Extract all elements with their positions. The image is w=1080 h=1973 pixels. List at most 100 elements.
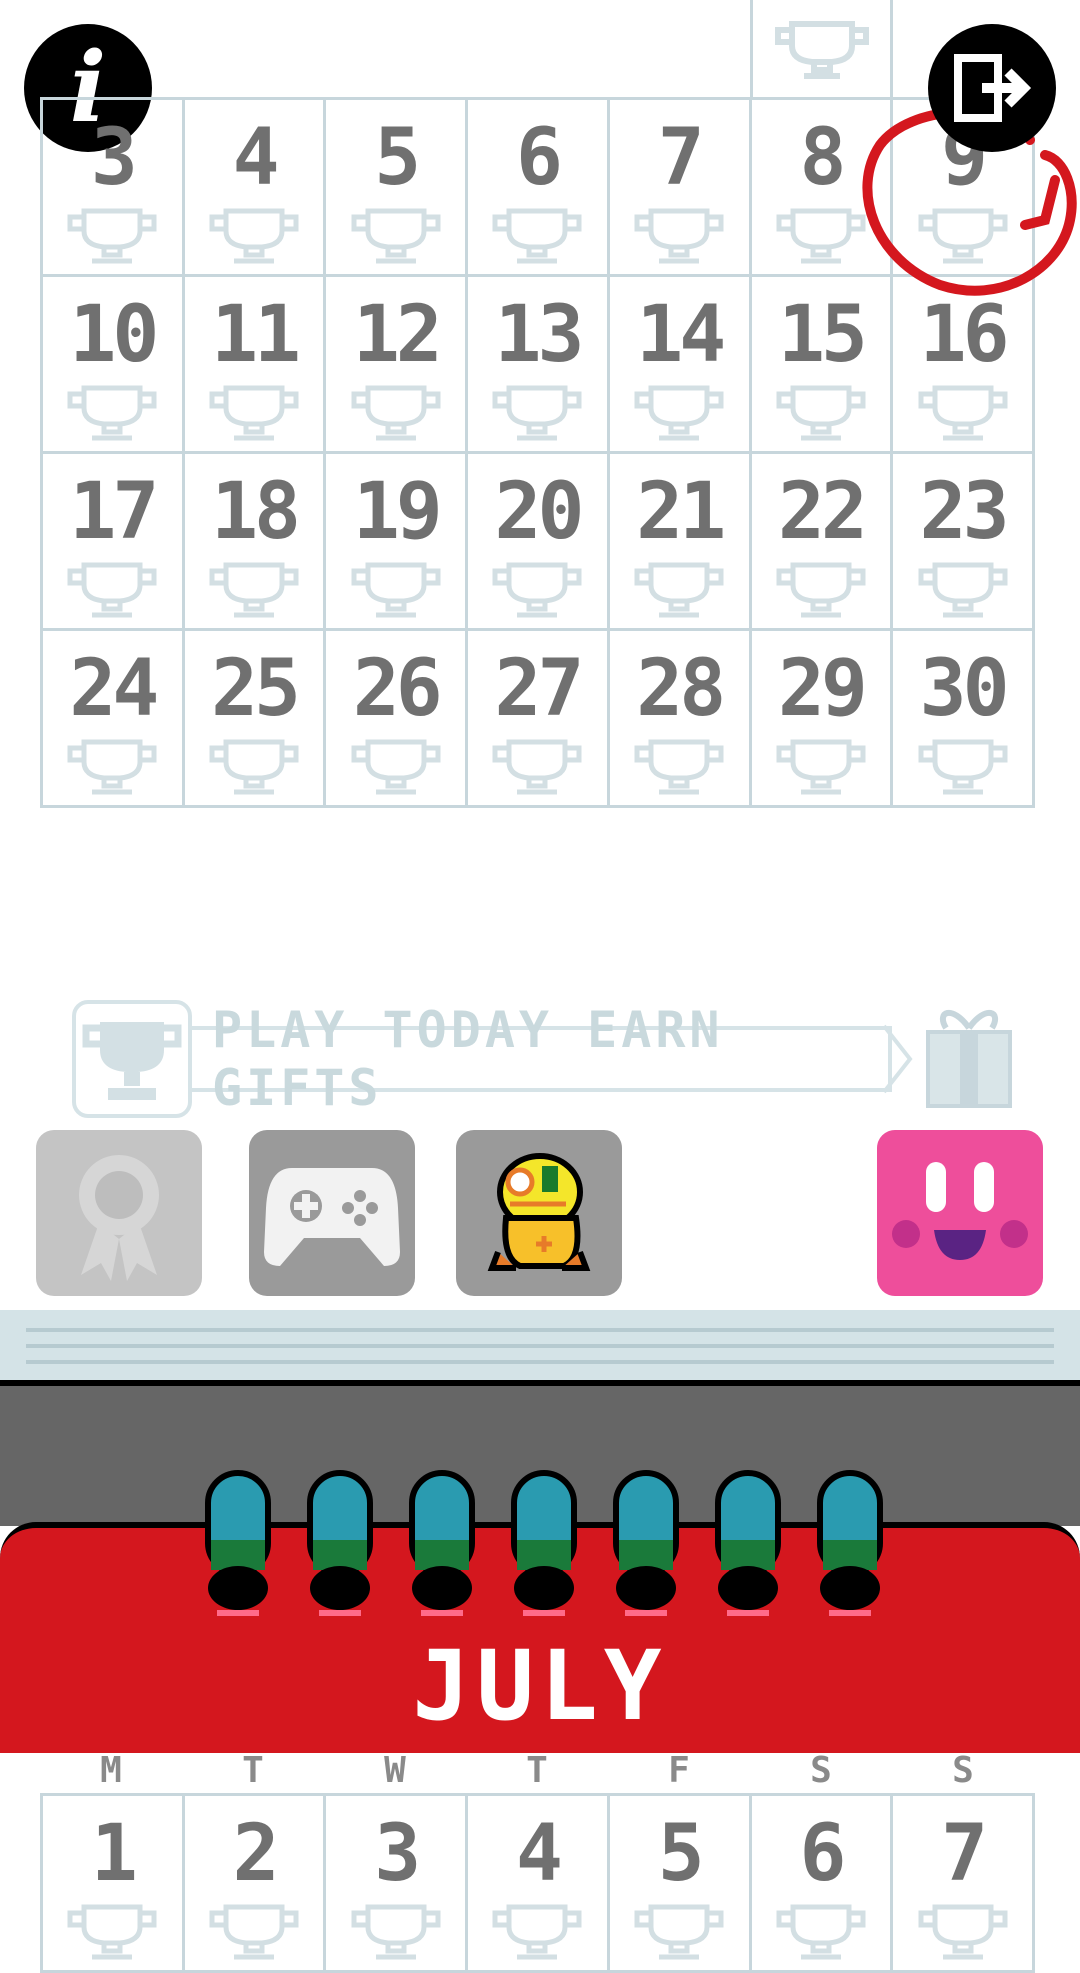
day-cell[interactable]: 15 [751, 277, 894, 454]
weekday-label: F [668, 1750, 690, 1791]
day-number: 13 [494, 290, 585, 380]
trophy-icon [209, 208, 299, 264]
day-number: 4 [232, 113, 280, 203]
day-cell[interactable]: 21 [609, 454, 752, 631]
day-number: 14 [636, 290, 726, 380]
day-cell[interactable]: 6 [468, 100, 610, 277]
day-number: 5 [374, 113, 421, 203]
day-cell[interactable]: 13 [468, 277, 610, 454]
trophy-icon [492, 562, 582, 618]
day-number: 2 [232, 1809, 280, 1899]
day-cell[interactable]: 22 [751, 454, 894, 631]
day-number: 4 [516, 1809, 563, 1899]
day-number: 30 [919, 644, 1010, 734]
day-number: 10 [69, 290, 159, 380]
day-cell[interactable]: 5 [609, 1796, 752, 1973]
day-cell[interactable]: 11 [184, 277, 327, 454]
pink-friend-button[interactable] [877, 1130, 1043, 1296]
exit-icon [954, 54, 1032, 122]
trophy-icon [209, 1904, 299, 1960]
day-number: 16 [919, 290, 1010, 380]
trophy-icon [351, 385, 441, 441]
day-number: 5 [657, 1809, 705, 1899]
grid-line [750, 0, 753, 100]
trophy-icon [351, 1904, 441, 1960]
day-cell[interactable]: 2 [184, 1796, 327, 1973]
day-cell[interactable]: 5 [326, 100, 469, 277]
day-cell[interactable]: 4 [184, 100, 327, 277]
day-cell[interactable]: 30 [893, 631, 1035, 808]
day-cell[interactable]: 25 [184, 631, 327, 808]
trophy-icon [918, 562, 1008, 618]
day-cell[interactable]: 26 [326, 631, 469, 808]
trophy-icon [634, 385, 724, 441]
day-cell[interactable]: 4 [468, 1796, 610, 1973]
weekday-label: T [526, 1750, 548, 1791]
day-number: 1 [90, 1809, 138, 1899]
weekday-label: S [810, 1750, 832, 1791]
trophy-icon [67, 562, 157, 618]
day-number: 26 [352, 644, 443, 734]
pink-square-face-icon [892, 1162, 1028, 1260]
day-number: 22 [777, 467, 868, 557]
day-cell[interactable]: 27 [468, 631, 610, 808]
trophy-icon [351, 739, 441, 795]
day-number: 11 [211, 290, 301, 380]
banner-arrow [884, 1024, 913, 1094]
trophy-icon [492, 739, 582, 795]
day-number: 21 [636, 467, 726, 557]
day-number: 3 [90, 113, 138, 203]
gamepad-icon [264, 1168, 400, 1266]
day-number: 6 [516, 113, 563, 203]
day-cell[interactable]: 23 [893, 454, 1035, 631]
day-number: 17 [69, 467, 159, 557]
day-cell[interactable]: 6 [751, 1796, 894, 1973]
trophy-icon [634, 1904, 724, 1960]
character-button[interactable] [456, 1130, 622, 1296]
trophy-icon [492, 1904, 582, 1960]
trophy-icon [67, 385, 157, 441]
day-cell[interactable]: 3 [326, 1796, 469, 1973]
day-cell[interactable]: 10 [43, 277, 185, 454]
day-cell[interactable]: 28 [609, 631, 752, 808]
game-services-button[interactable] [249, 1130, 415, 1296]
day-cell[interactable]: 7 [893, 1796, 1035, 1973]
day-cell[interactable]: 14 [609, 277, 752, 454]
trophy-icon [634, 562, 724, 618]
trophy-icon [918, 1904, 1008, 1960]
binder-ring [307, 1470, 373, 1616]
day-cell[interactable]: 1 [43, 1796, 185, 1973]
grid-line [890, 0, 893, 100]
banner-trophy-frame [72, 1000, 192, 1118]
binder-ring [205, 1470, 271, 1616]
trophy-icon [351, 208, 441, 264]
day-cell[interactable]: 18 [184, 454, 327, 631]
day-cell[interactable]: 3 [43, 100, 185, 277]
trophy-icon [67, 208, 157, 264]
trophy-icon [776, 739, 866, 795]
achievements-button[interactable] [36, 1130, 202, 1296]
trophy-icon [82, 1022, 182, 1100]
day-cell[interactable]: 19 [326, 454, 469, 631]
weekday-label: S [952, 1750, 974, 1791]
day-cell[interactable]: 12 [326, 277, 469, 454]
day-cell[interactable]: 7 [609, 100, 752, 277]
day-cell[interactable]: 16 [893, 277, 1035, 454]
page-edge [0, 1310, 1080, 1386]
trophy-icon [492, 385, 582, 441]
exit-button[interactable] [928, 24, 1056, 152]
day-number: 19 [352, 467, 443, 557]
day-number: 23 [919, 467, 1010, 557]
day-number: 6 [799, 1809, 846, 1899]
trophy-icon [775, 21, 869, 79]
gift-icon[interactable] [922, 998, 1016, 1110]
day-number: 24 [69, 644, 159, 734]
binder-ring [613, 1470, 679, 1616]
trophy-icon [918, 739, 1008, 795]
day-cell[interactable]: 24 [43, 631, 185, 808]
day-number: 15 [777, 290, 868, 380]
day-cell[interactable]: 17 [43, 454, 185, 631]
day-cell[interactable]: 29 [751, 631, 894, 808]
trophy-icon [776, 562, 866, 618]
day-cell[interactable]: 20 [468, 454, 610, 631]
